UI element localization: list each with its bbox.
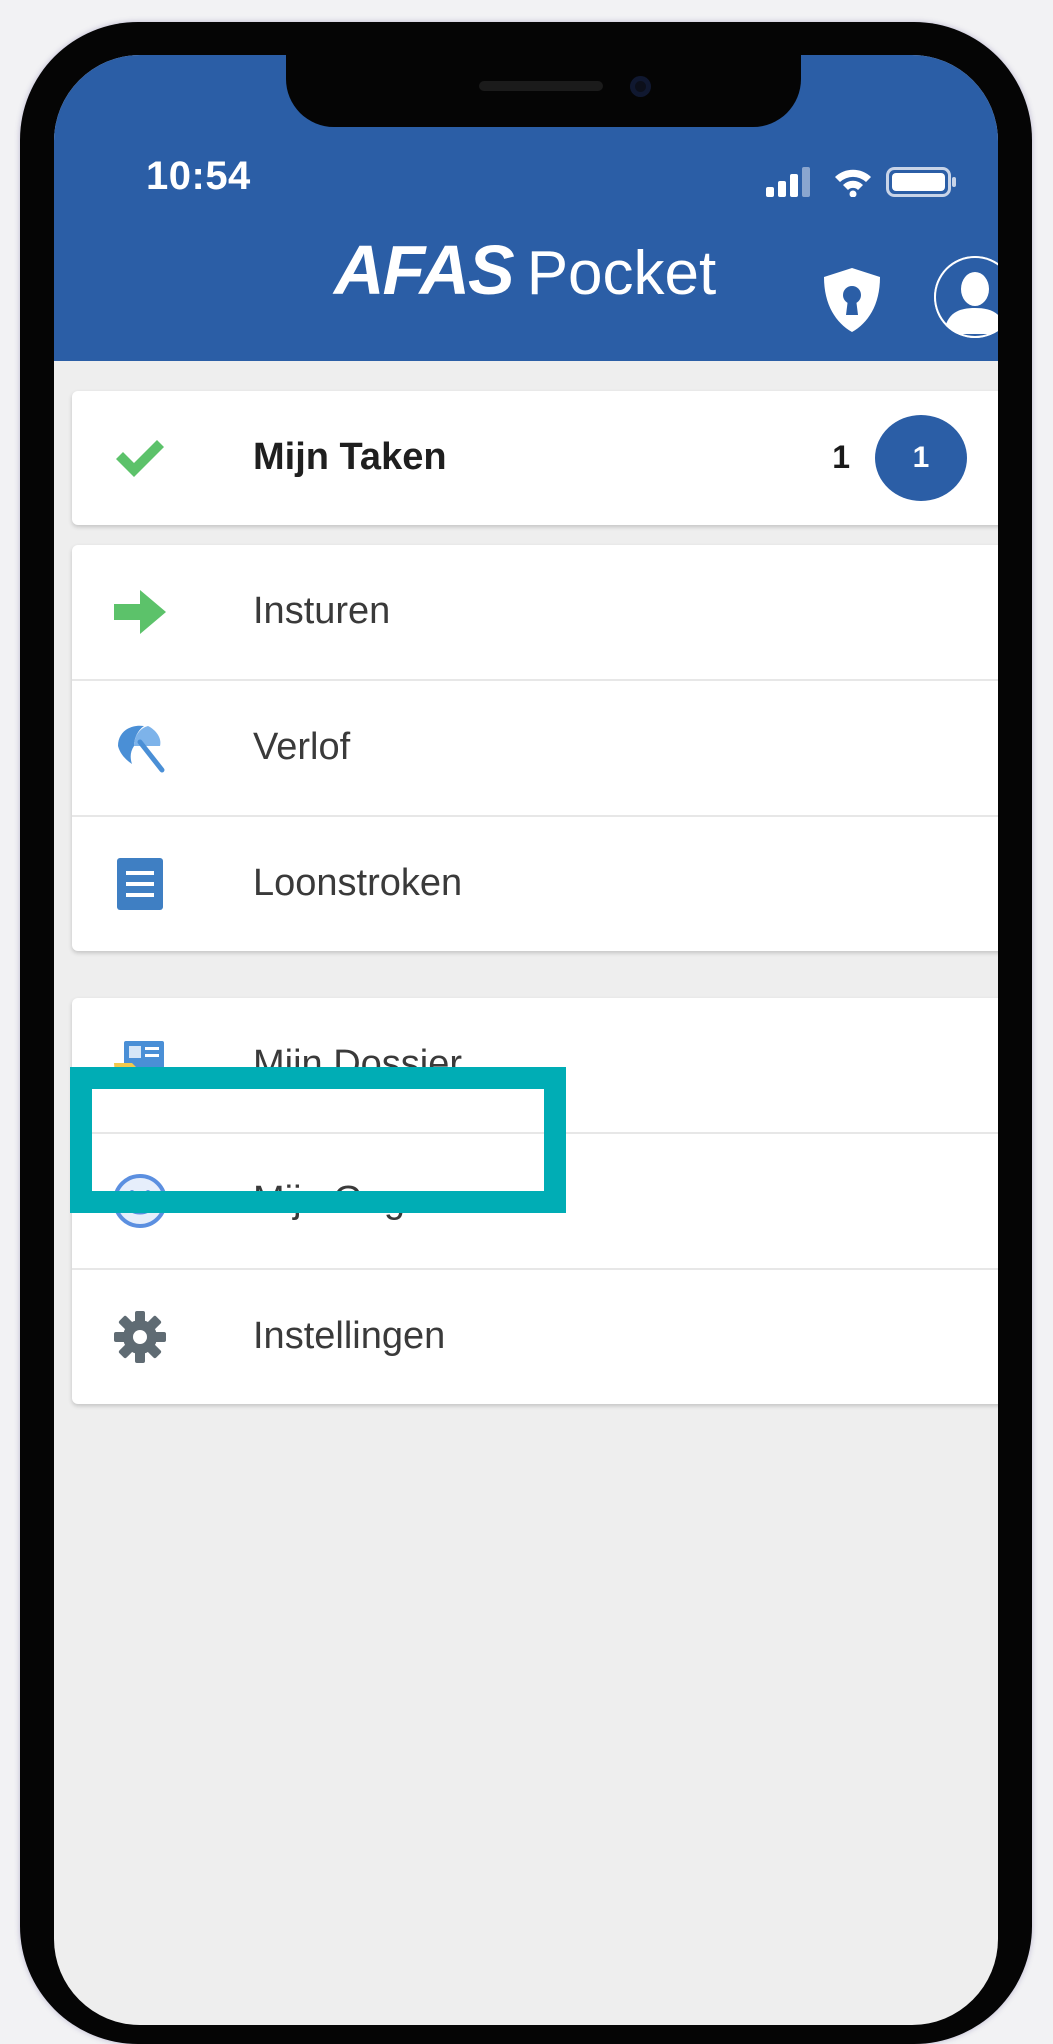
menu-item-label: Loonstroken <box>253 862 463 904</box>
task-count-badge: 1 <box>875 415 967 501</box>
brand-light: Pocket <box>526 239 717 308</box>
app-header: 10:54 AFAS Pocket <box>54 55 998 361</box>
tasks-card: Mijn Taken 1 1 <box>72 391 998 525</box>
status-time: 10:54 <box>146 154 251 198</box>
battery-icon <box>886 167 956 197</box>
wifi-icon <box>835 169 871 197</box>
menu-item-label: Insturen <box>253 590 391 632</box>
menu-item-label: Instellingen <box>253 1315 446 1357</box>
menu-item-label: Mijn Taken <box>253 436 447 478</box>
arrow-right-icon <box>114 590 166 634</box>
menu-item-mijn-taken[interactable]: Mijn Taken 1 1 <box>72 391 998 525</box>
phone-frame: 10:54 AFAS Pocket Mijn Taken 1 1 Insture… <box>20 22 1032 2044</box>
checkmark-icon <box>116 440 164 477</box>
menu-item-mijn-dossier[interactable]: Mijn Dossier <box>72 998 998 1134</box>
menu-item-insturen[interactable]: Insturen <box>72 545 998 681</box>
folder-id-card-icon <box>114 1041 164 1087</box>
security-shield-button[interactable] <box>820 265 884 335</box>
menu-item-mijn-gegevens[interactable]: Mijn Gegevens <box>72 1134 998 1270</box>
app-screen: 10:54 AFAS Pocket Mijn Taken 1 1 Insture… <box>54 55 998 2025</box>
menu-item-instellingen[interactable]: Instellingen <box>72 1270 998 1404</box>
menu-item-label: Mijn Gegevens <box>253 1179 507 1221</box>
menu-item-label: Verlof <box>253 726 351 768</box>
document-icon <box>117 858 163 910</box>
beach-umbrella-icon <box>118 725 165 773</box>
menu-item-label: Mijn Dossier <box>253 1043 463 1085</box>
smiley-icon <box>113 1174 167 1228</box>
signal-icon <box>766 167 810 197</box>
user-avatar-icon <box>934 256 998 338</box>
menu-item-verlof[interactable]: Verlof <box>72 681 998 817</box>
menu-item-loonstroken[interactable]: Loonstroken <box>72 817 998 951</box>
front-camera <box>630 76 651 97</box>
shield-lock-icon <box>824 268 880 332</box>
app-logo: AFAS Pocket <box>334 230 716 310</box>
brand-bold: AFAS <box>334 231 515 309</box>
device-notch <box>286 55 801 127</box>
profile-avatar-button[interactable] <box>934 256 998 338</box>
task-count: 1 <box>832 439 850 475</box>
gear-icon <box>114 1311 166 1363</box>
menu-group-2: Mijn Dossier Mijn Gegevens Instellingen <box>72 998 998 1404</box>
menu-group-1: Insturen Verlof Loonstroken <box>72 545 998 951</box>
speaker-grille <box>479 81 603 91</box>
